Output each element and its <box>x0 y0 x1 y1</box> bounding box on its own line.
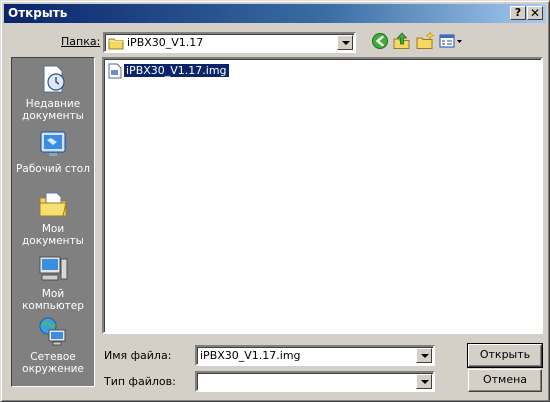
view-menu-icon[interactable] <box>438 31 464 51</box>
place-recent-documents[interactable]: Недавние документы <box>12 63 94 122</box>
filename-label-text: Имя файла: <box>104 349 172 362</box>
close-button[interactable]: ✕ <box>527 6 543 20</box>
places-bar: Недавние документы Рабочий стол Мои доку… <box>11 57 95 387</box>
new-folder-icon[interactable] <box>415 31 435 51</box>
filetype-label-text: Тип файлов: <box>104 375 176 388</box>
cancel-button[interactable]: Отмена <box>468 369 542 392</box>
place-my-computer[interactable]: Мой компьютер <box>12 253 94 312</box>
filetype-select[interactable] <box>195 371 435 392</box>
filename-value: iPBX30_V1.17.img <box>200 349 301 362</box>
folder-label: Папка: <box>61 35 100 48</box>
back-icon[interactable] <box>370 31 390 51</box>
filetype-label: Тип файлов: <box>104 375 176 388</box>
place-my-documents[interactable]: Мои документы <box>12 188 94 247</box>
desktop-icon <box>40 131 66 156</box>
file-list[interactable]: iPBX30_V1.17.img <box>102 57 543 334</box>
filename-input[interactable]: iPBX30_V1.17.img <box>195 345 435 366</box>
network-icon <box>39 317 66 346</box>
file-icon <box>108 63 122 79</box>
filetype-dropdown-button[interactable] <box>416 374 432 389</box>
folder-icon <box>108 38 124 50</box>
place-label: Мой компьютер <box>22 288 84 312</box>
open-file-dialog: Открыть ? ✕ Папка: iPBX30_V1.17 Недавние… <box>0 0 550 402</box>
place-desktop[interactable]: Рабочий стол <box>12 128 94 175</box>
recent-documents-icon <box>43 65 65 93</box>
my-documents-icon <box>39 192 67 217</box>
file-name: iPBX30_V1.17.img <box>123 63 230 78</box>
place-network[interactable]: Сетевое окружение <box>12 316 94 375</box>
window-title: Открыть <box>8 6 68 20</box>
folder-combo[interactable]: iPBX30_V1.17 <box>103 32 356 53</box>
place-label: Недавние документы <box>22 98 84 122</box>
place-label: Рабочий стол <box>16 163 90 175</box>
place-label: Сетевое окружение <box>22 351 84 375</box>
filename-dropdown-button[interactable] <box>416 348 432 363</box>
filename-label: Имя файла: <box>104 349 171 362</box>
place-label: Мои документы <box>22 223 84 247</box>
open-button[interactable]: Открыть <box>467 343 543 368</box>
up-folder-icon[interactable] <box>392 31 412 51</box>
folder-label-text: Папка: <box>61 35 101 48</box>
folder-dropdown-button[interactable] <box>337 35 353 50</box>
title-bar[interactable]: Открыть ? ✕ <box>4 4 546 23</box>
folder-value: iPBX30_V1.17 <box>127 36 204 49</box>
help-button[interactable]: ? <box>510 6 526 20</box>
my-computer-icon <box>39 256 68 281</box>
